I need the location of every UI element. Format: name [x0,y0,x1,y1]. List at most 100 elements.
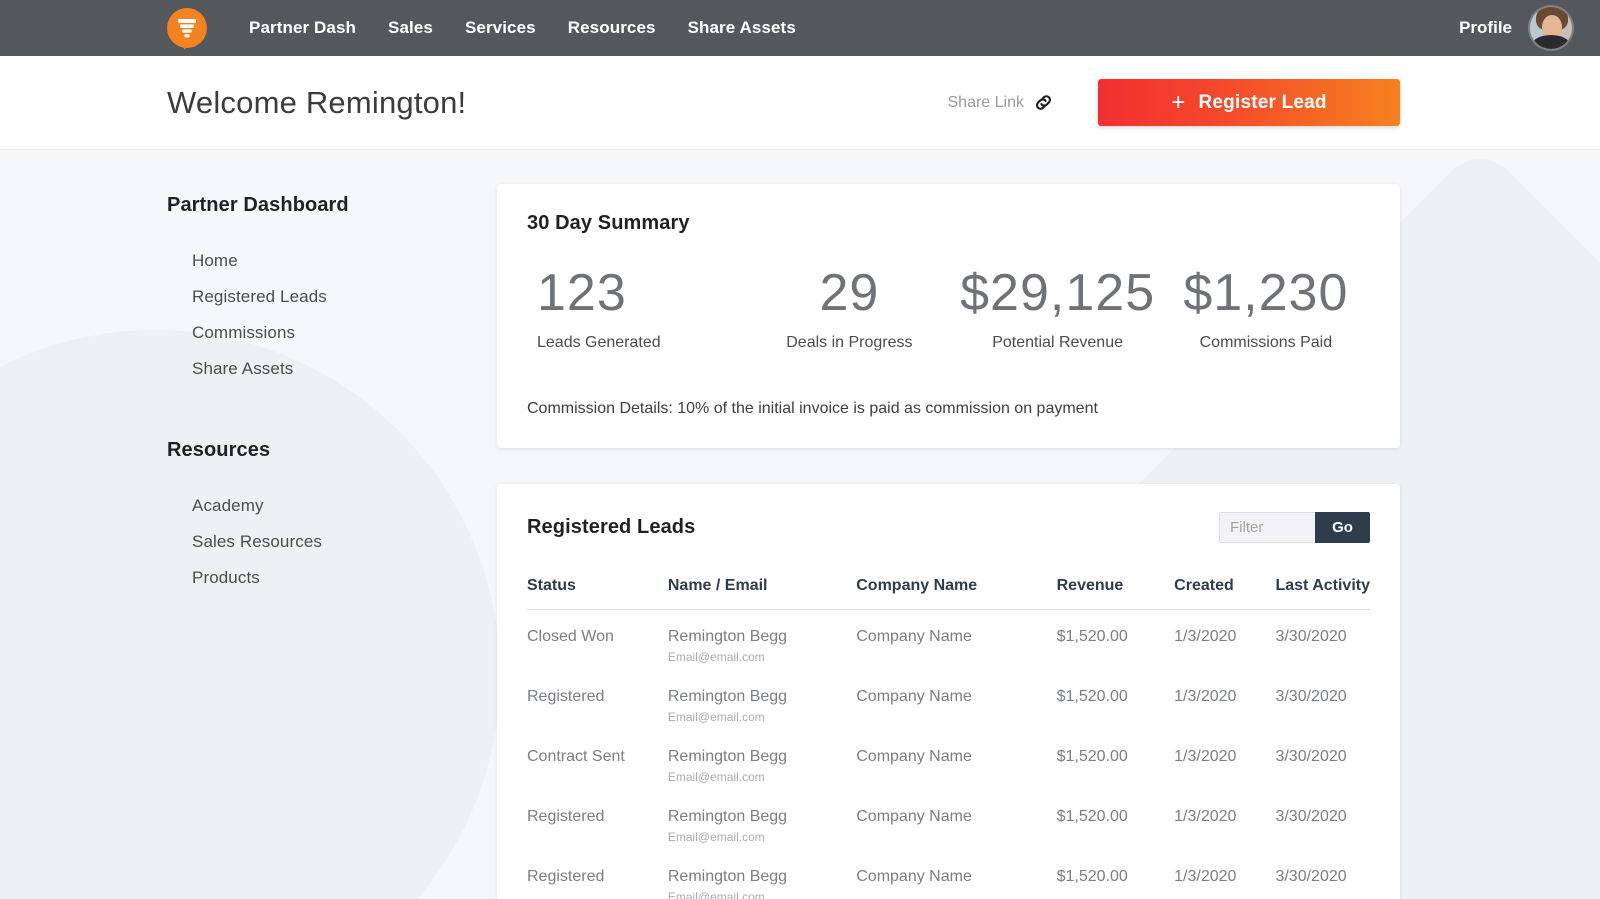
cell-name: Remington Begg Email@email.com [668,670,856,730]
cell-revenue: $1,520.00 [1057,670,1175,730]
brand-logo[interactable] [167,8,207,48]
table-row[interactable]: Registered Remington Begg Email@email.co… [527,790,1370,850]
stat-label: Leads Generated [537,334,745,352]
stat-value: 29 [745,265,953,322]
cell-name-text: Remington Begg [668,748,787,765]
cell-company: Company Name [856,670,1056,730]
sidebar-item-products[interactable]: Products [167,560,497,596]
table-row[interactable]: Closed Won Remington Begg Email@email.co… [527,610,1370,671]
sidebar-item-sales-resources[interactable]: Sales Resources [167,524,497,560]
column-header-last-activity[interactable]: Last Activity [1275,577,1370,610]
cell-company: Company Name [856,850,1056,899]
table-row[interactable]: Registered Remington Begg Email@email.co… [527,670,1370,730]
leads-table-head: Status Name / Email Company Name Revenue… [527,577,1370,610]
cell-created: 1/3/2020 [1174,730,1275,790]
cell-created: 1/3/2020 [1174,790,1275,850]
chain-link-icon [1033,92,1054,113]
column-header-name-email[interactable]: Name / Email [668,577,856,610]
cell-email-text: Email@email.com [668,770,856,784]
column-header-status[interactable]: Status [527,577,668,610]
top-navigation-bar: Partner Dash Sales Services Resources Sh… [0,0,1600,56]
stat-value: 123 [537,265,745,322]
nav-item-partner-dash[interactable]: Partner Dash [233,18,372,38]
cell-company: Company Name [856,790,1056,850]
sidebar: Partner Dashboard Home Registered Leads … [167,184,497,899]
leads-card-title: Registered Leads [527,516,695,539]
nav-item-services[interactable]: Services [449,18,552,38]
stat-value: $29,125 [954,265,1162,322]
cell-status: Registered [527,850,668,899]
profile-link[interactable]: Profile [1459,18,1512,38]
share-link-label: Share Link [948,94,1025,112]
sidebar-item-academy[interactable]: Academy [167,488,497,524]
cell-name-text: Remington Begg [668,868,787,885]
logo-bubble-tail [178,38,189,50]
stat-label: Deals in Progress [745,334,953,352]
sidebar-item-registered-leads[interactable]: Registered Leads [167,279,497,315]
leads-table: Status Name / Email Company Name Revenue… [527,577,1370,899]
share-link-button[interactable]: Share Link [948,92,1055,113]
summary-card: 30 Day Summary 123 Leads Generated 29 De… [497,184,1400,448]
column-header-created[interactable]: Created [1174,577,1275,610]
avatar-shoulders [1532,35,1570,49]
plus-icon: + [1171,91,1185,115]
stat-potential-revenue: $29,125 Potential Revenue [954,265,1162,352]
cell-last-activity: 3/30/2020 [1275,610,1370,671]
cell-revenue: $1,520.00 [1057,850,1175,899]
cell-email-text: Email@email.com [668,890,856,899]
page-header: Welcome Remington! Share Link + Register… [0,56,1600,150]
cell-last-activity: 3/30/2020 [1275,850,1370,899]
table-header-row: Status Name / Email Company Name Revenue… [527,577,1370,610]
leads-table-body: Closed Won Remington Begg Email@email.co… [527,610,1370,899]
cell-email-text: Email@email.com [668,650,856,664]
cell-last-activity: 3/30/2020 [1275,670,1370,730]
cell-status: Registered [527,790,668,850]
column-header-revenue[interactable]: Revenue [1057,577,1175,610]
cell-name-text: Remington Begg [668,808,787,825]
cell-status: Contract Sent [527,730,668,790]
table-row[interactable]: Contract Sent Remington Begg Email@email… [527,730,1370,790]
nav-item-sales[interactable]: Sales [372,18,449,38]
stat-label: Commissions Paid [1162,334,1370,352]
nav-right-group: Profile [1459,7,1572,49]
cell-name: Remington Begg Email@email.com [668,730,856,790]
nav-item-resources[interactable]: Resources [552,18,672,38]
sidebar-item-home[interactable]: Home [167,243,497,279]
cell-name: Remington Begg Email@email.com [668,850,856,899]
avatar[interactable] [1530,7,1572,49]
nav-item-share-assets[interactable]: Share Assets [672,18,812,38]
cell-created: 1/3/2020 [1174,850,1275,899]
table-row[interactable]: Registered Remington Begg Email@email.co… [527,850,1370,899]
cell-email-text: Email@email.com [668,710,856,724]
cell-created: 1/3/2020 [1174,610,1275,671]
cell-company: Company Name [856,730,1056,790]
stat-deals-in-progress: 29 Deals in Progress [745,265,953,352]
cell-status: Registered [527,670,668,730]
summary-card-title: 30 Day Summary [527,212,1370,235]
commission-details-note: Commission Details: 10% of the initial i… [527,400,1370,418]
sidebar-item-share-assets[interactable]: Share Assets [167,351,497,387]
cell-revenue: $1,520.00 [1057,790,1175,850]
registered-leads-card: Registered Leads Go Status Name / Email … [497,484,1400,899]
summary-stats: 123 Leads Generated 29 Deals in Progress… [527,265,1370,352]
register-lead-button[interactable]: + Register Lead [1098,79,1400,126]
funnel-icon [178,19,196,38]
nav-left-group: Partner Dash Sales Services Resources Sh… [167,8,812,48]
stat-value: $1,230 [1162,265,1370,322]
cell-company: Company Name [856,610,1056,671]
filter-input[interactable] [1219,512,1315,543]
cell-revenue: $1,520.00 [1057,730,1175,790]
cell-name-text: Remington Begg [668,628,787,645]
cell-name: Remington Begg Email@email.com [668,790,856,850]
register-lead-label: Register Lead [1198,92,1326,114]
dashboard-page: Partner Dash Sales Services Resources Sh… [0,0,1600,899]
cell-name-text: Remington Begg [668,688,787,705]
leads-card-header: Registered Leads Go [527,512,1370,543]
column-header-company-name[interactable]: Company Name [856,577,1056,610]
go-button[interactable]: Go [1315,512,1370,543]
cell-email-text: Email@email.com [668,830,856,844]
header-actions: Share Link + Register Lead [948,79,1401,126]
filter-group: Go [1219,512,1370,543]
sidebar-item-commissions[interactable]: Commissions [167,315,497,351]
cell-last-activity: 3/30/2020 [1275,790,1370,850]
